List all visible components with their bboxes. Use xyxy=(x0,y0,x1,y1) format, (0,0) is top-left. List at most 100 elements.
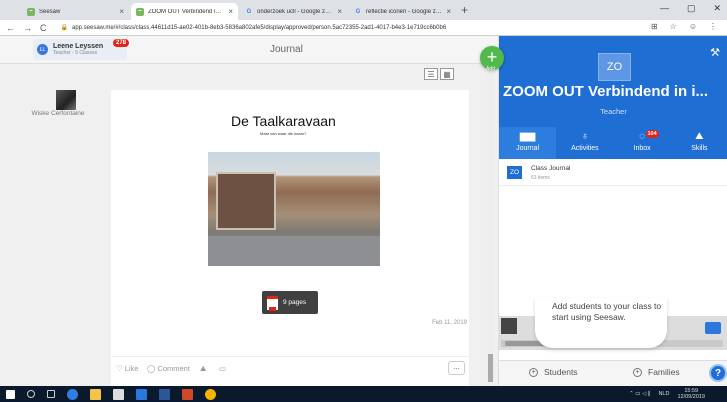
user-subtitle: Teacher - 5 Classes xyxy=(53,50,98,56)
help-button[interactable]: ? xyxy=(709,364,727,382)
chrome-icon[interactable] xyxy=(205,388,216,400)
page-header: LL Leene Leyssen Teacher - 5 Classes 278… xyxy=(0,36,498,64)
journal-icon: ▆▆ xyxy=(519,131,536,142)
word-icon[interactable] xyxy=(159,388,170,400)
minimize-icon[interactable]: — xyxy=(660,3,669,14)
class-panel: ZO ⚒ ZOOM OUT Verbindend in i... Teacher… xyxy=(498,36,727,386)
tab-skills[interactable]: ⛰ Skills xyxy=(671,127,727,159)
translate-icon[interactable]: ⊞ xyxy=(651,22,658,31)
browser-tab[interactable]: ~ Seesaw × xyxy=(22,3,129,20)
students-label: Students xyxy=(544,367,578,377)
students-button[interactable]: + Students xyxy=(529,367,578,377)
add-students-tooltip: Add students to your class to start usin… xyxy=(535,298,667,348)
families-label: Families xyxy=(648,367,680,377)
windows-taskbar: ⌃ ▭ ◁ ∥ NLD 15:59 12/09/2019 xyxy=(0,386,727,402)
edge-icon[interactable] xyxy=(67,388,78,400)
maximize-icon[interactable]: ▢ xyxy=(687,3,696,14)
close-tab-icon[interactable]: × xyxy=(446,7,451,16)
like-label: Like xyxy=(124,364,139,373)
close-tab-icon[interactable]: × xyxy=(119,7,124,16)
student-thumb[interactable] xyxy=(501,318,517,334)
panel-footer: + Students + Families ? xyxy=(499,360,727,386)
tab-label: Skills xyxy=(691,145,708,152)
add-label: Add xyxy=(486,66,495,72)
close-tab-icon[interactable]: × xyxy=(228,7,233,16)
seesaw-favicon-icon: ~ xyxy=(136,7,144,16)
browser-tab-bar: ~ Seesaw × ~ ZOOM OUT Verbindend in inte… xyxy=(0,0,727,20)
url-field[interactable]: 🔒 app.seesaw.me/#/class/class.44611d15-ae… xyxy=(61,24,447,31)
reflect-icon[interactable]: ⛰ xyxy=(200,364,206,374)
comment-label: Comment xyxy=(157,364,190,373)
task-view-icon[interactable] xyxy=(47,390,55,398)
windows-start-icon[interactable] xyxy=(6,389,15,399)
search-icon[interactable] xyxy=(27,390,35,398)
powerpoint-icon[interactable] xyxy=(182,388,193,400)
close-window-icon[interactable]: ✕ xyxy=(713,3,721,14)
add-circle-icon: + xyxy=(633,367,642,377)
google-favicon-icon: G xyxy=(246,8,252,15)
class-journal-item[interactable]: ZO Class Journal 63 items xyxy=(499,159,727,186)
student-item[interactable]: Wiske Cerfontaine xyxy=(31,90,88,117)
extension-icon[interactable]: ☺ xyxy=(689,22,697,31)
inbox-badge: 104 xyxy=(645,130,659,138)
clock-date: 12/09/2019 xyxy=(677,394,705,400)
clock[interactable]: 15:59 12/09/2019 xyxy=(677,388,705,400)
post-photo[interactable] xyxy=(208,152,380,266)
notification-badge[interactable]: 278 xyxy=(113,39,130,47)
star-icon[interactable]: ☆ xyxy=(670,22,677,31)
user-name: Leene Leyssen xyxy=(53,43,104,50)
lock-icon: 🔒 xyxy=(60,25,68,31)
tab-label: onderzoek ucll - Google zoeken xyxy=(257,8,334,15)
class-name[interactable]: ZOOM OUT Verbindend in i... xyxy=(503,83,708,100)
comment-button[interactable]: ◯ Comment xyxy=(147,364,190,373)
photo-road xyxy=(208,236,380,266)
outlook-icon[interactable] xyxy=(136,388,147,400)
journal-post[interactable]: De Taalkaravaan Maar van waar die naam? … xyxy=(111,90,469,356)
avatar: LL xyxy=(37,44,48,55)
tab-label: Inbox xyxy=(633,145,651,152)
tab-label: Activities xyxy=(571,145,599,152)
close-tab-icon[interactable]: × xyxy=(337,7,342,16)
tab-label: ZOOM OUT Verbindend in intera xyxy=(148,8,224,15)
back-icon[interactable]: ← xyxy=(6,23,15,33)
class-journal-title: Class Journal xyxy=(531,165,571,172)
store-icon[interactable] xyxy=(113,388,124,400)
tab-activities[interactable]: ♁ Activities xyxy=(556,127,613,159)
browser-tab[interactable]: G reflectie iconen - Google zoeken × xyxy=(349,3,456,20)
seesaw-favicon-icon: ~ xyxy=(27,7,35,16)
pdf-pages: 9 pages xyxy=(283,299,307,306)
folder-icon[interactable]: ▭ xyxy=(219,364,226,373)
more-button[interactable]: ... xyxy=(448,361,465,375)
skills-icon: ⛰ xyxy=(695,131,704,142)
families-button[interactable]: + Families xyxy=(633,367,680,377)
pdf-icon xyxy=(267,295,278,311)
tab-inbox[interactable]: ◌ Inbox 104 xyxy=(614,127,671,159)
class-journal-avatar: ZO xyxy=(507,166,522,179)
inbox-icon: ◌ xyxy=(639,131,646,142)
menu-icon[interactable]: ⋮ xyxy=(709,22,717,31)
google-favicon-icon: G xyxy=(355,8,361,15)
file-explorer-icon[interactable] xyxy=(90,388,101,400)
folder-thumb[interactable] xyxy=(705,322,721,334)
post-title: De Taalkaravaan xyxy=(231,113,336,129)
browser-tab-active[interactable]: ~ ZOOM OUT Verbindend in intera × xyxy=(131,3,238,20)
grid-view-icon[interactable]: ▦ xyxy=(440,68,454,80)
tab-journal[interactable]: ▆▆ Journal xyxy=(499,127,557,159)
wrench-icon[interactable]: ⚒ xyxy=(710,46,720,59)
scrollbar[interactable] xyxy=(487,68,494,386)
tab-label: Seesaw xyxy=(39,8,61,15)
heart-icon: ♡ xyxy=(116,364,123,373)
scrollbar-thumb[interactable] xyxy=(488,354,493,382)
forward-icon[interactable]: → xyxy=(23,23,32,33)
language-indicator[interactable]: NLD xyxy=(658,391,669,397)
like-button[interactable]: ♡ Like xyxy=(116,364,139,373)
list-view-icon[interactable]: ☰ xyxy=(424,68,438,80)
new-tab-button[interactable]: + xyxy=(461,3,468,20)
tray-icons[interactable]: ⌃ ▭ ◁ ∥ xyxy=(629,391,650,397)
pdf-attachment[interactable]: 9 pages xyxy=(262,291,318,314)
browser-actions: ⊞ ☆ ☺ ⋮ xyxy=(651,22,717,31)
reload-icon[interactable]: C xyxy=(40,23,47,33)
student-photo xyxy=(56,90,76,110)
browser-tab[interactable]: G onderzoek ucll - Google zoeken × xyxy=(240,3,347,20)
window-controls: — ▢ ✕ xyxy=(660,3,721,14)
